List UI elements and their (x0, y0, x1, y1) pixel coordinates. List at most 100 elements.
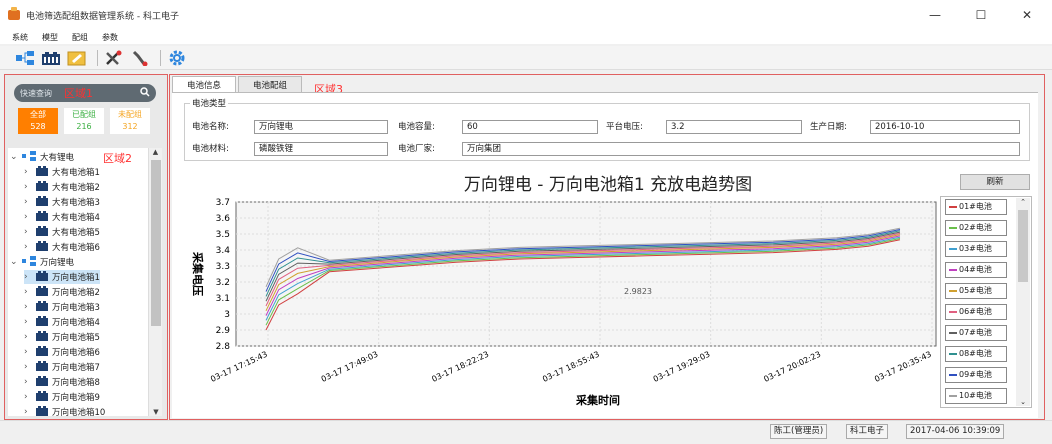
x-tick-label: 03-17 18:22:23 (430, 350, 490, 384)
tree-item[interactable]: › 大有电池箱4 (24, 210, 100, 224)
collapse-chevron-icon[interactable]: › (24, 347, 34, 357)
tree-scrollbar[interactable]: ▲ ▼ (148, 148, 162, 416)
search-input[interactable]: 快速查询 区域1 (14, 84, 156, 102)
tab-battery-info[interactable]: 电池信息 (172, 76, 236, 92)
legend-item[interactable]: 04#电池 (945, 262, 1007, 278)
tree-item-label: 大有电池箱4 (52, 213, 100, 223)
collapse-chevron-icon[interactable]: › (24, 362, 34, 372)
scroll-up-arrow-icon[interactable]: ▲ (149, 148, 162, 156)
menu-system[interactable]: 系统 (12, 32, 28, 43)
menu-params[interactable]: 参数 (102, 32, 118, 43)
collapse-chevron-icon[interactable]: › (24, 317, 34, 327)
tree-item[interactable]: › 万向电池箱2 (24, 285, 100, 299)
tree-item[interactable]: › 万向电池箱10 (24, 405, 105, 416)
tree-item[interactable]: ⌄ 大有锂电 (10, 150, 74, 164)
legend-scroll-up-icon[interactable]: ⌃ (1016, 198, 1030, 206)
legend-scroll-thumb[interactable] (1018, 210, 1028, 282)
maximize-button[interactable]: ☐ (958, 0, 1004, 30)
legend-item[interactable]: 10#电池 (945, 388, 1007, 404)
title-bar: 电池筛选配组数据管理系统 - 科工电子 — ☐ ✕ (0, 0, 1052, 30)
collapse-chevron-icon[interactable]: › (24, 392, 34, 402)
tree-item[interactable]: › 大有电池箱6 (24, 240, 100, 254)
collapse-chevron-icon[interactable]: › (24, 377, 34, 387)
scroll-down-arrow-icon[interactable]: ▼ (149, 408, 163, 416)
collapse-chevron-icon[interactable]: › (24, 287, 34, 297)
tab-battery-grouping[interactable]: 电池配组 (238, 76, 302, 92)
x-tick-label: 03-17 17:49:03 (320, 350, 380, 384)
platform-field[interactable]: 3.2 (666, 120, 802, 134)
tree-item[interactable]: › 万向电池箱3 (24, 300, 100, 314)
tools-icon[interactable] (103, 48, 125, 68)
battery-box-icon (36, 330, 48, 344)
legend-label: 05#电池 (959, 286, 992, 295)
menu-group[interactable]: 配组 (72, 32, 88, 43)
legend-item[interactable]: 01#电池 (945, 199, 1007, 215)
tree-item-label: 万向电池箱1 (52, 273, 100, 283)
collapse-chevron-icon[interactable]: › (24, 242, 34, 252)
edit-icon[interactable] (66, 48, 88, 68)
tree-item[interactable]: ⌄ 万向锂电 (10, 255, 74, 269)
collapse-chevron-icon[interactable]: › (24, 407, 34, 416)
wrench-icon[interactable] (129, 48, 151, 68)
minimize-button[interactable]: — (912, 0, 958, 30)
legend-item[interactable]: 09#电池 (945, 367, 1007, 383)
legend-item[interactable]: 07#电池 (945, 325, 1007, 341)
search-icon[interactable] (140, 86, 150, 100)
y-tick-label: 3.2 (216, 278, 230, 288)
collapse-chevron-icon[interactable]: › (24, 182, 34, 192)
stat-ungrouped[interactable]: 未配组 312 (110, 108, 150, 134)
tree-item[interactable]: › 大有电池箱3 (24, 195, 100, 209)
name-field[interactable]: 万向锂电 (254, 120, 388, 134)
tree-item[interactable]: › 大有电池箱5 (24, 225, 100, 239)
battery-box-icon (36, 375, 48, 389)
legend-item[interactable]: 03#电池 (945, 241, 1007, 257)
menu-model[interactable]: 模型 (42, 32, 58, 43)
legend-label: 01#电池 (959, 202, 992, 211)
legend-label: 10#电池 (959, 391, 992, 400)
legend-item[interactable]: 08#电池 (945, 346, 1007, 362)
collapse-chevron-icon[interactable]: › (24, 197, 34, 207)
tree-item[interactable]: › 万向电池箱4 (24, 315, 100, 329)
refresh-button[interactable]: 刷新 (960, 174, 1030, 190)
collapse-chevron-icon[interactable]: › (24, 227, 34, 237)
collapse-chevron-icon[interactable]: › (24, 212, 34, 222)
battery-box-icon (36, 390, 48, 404)
tree-item[interactable]: › 大有电池箱1 (24, 165, 100, 179)
tree-item[interactable]: › 万向电池箱7 (24, 360, 100, 374)
search-placeholder: 快速查询 (20, 88, 52, 98)
tree-item-label: 大有电池箱6 (52, 243, 100, 253)
stat-grouped[interactable]: 已配组 216 (64, 108, 104, 134)
collapse-chevron-icon[interactable]: › (24, 272, 34, 282)
expand-chevron-icon[interactable]: ⌄ (10, 152, 20, 162)
legend-scrollbar[interactable]: ⌃ ⌄ (1016, 198, 1030, 406)
tree-item[interactable]: › 万向电池箱1 (24, 270, 100, 284)
stat-all[interactable]: 全部 528 (18, 108, 58, 134)
capacity-field[interactable]: 60 (462, 120, 598, 134)
tree-item[interactable]: › 万向电池箱6 (24, 345, 100, 359)
material-field[interactable]: 磷酸铁锂 (254, 142, 388, 156)
settings-gear-icon[interactable] (166, 48, 188, 68)
toolbar-separator (97, 49, 98, 66)
collapse-chevron-icon[interactable]: › (24, 302, 34, 312)
collapse-chevron-icon[interactable]: › (24, 332, 34, 342)
scroll-thumb[interactable] (151, 160, 161, 326)
collapse-chevron-icon[interactable]: › (24, 167, 34, 177)
app-battery-icon (8, 7, 20, 20)
tree-item[interactable]: › 万向电池箱8 (24, 375, 100, 389)
tree-item[interactable]: › 万向电池箱9 (24, 390, 100, 404)
battery-box-icon[interactable] (40, 48, 62, 68)
tree-icon[interactable] (14, 48, 36, 68)
tree-item[interactable]: › 万向电池箱5 (24, 330, 100, 344)
legend-item[interactable]: 06#电池 (945, 304, 1007, 320)
date-field[interactable]: 2016-10-10 (870, 120, 1020, 134)
close-button[interactable]: ✕ (1004, 0, 1050, 30)
legend-item[interactable]: 05#电池 (945, 283, 1007, 299)
group-tree-icon (22, 150, 36, 164)
legend-scroll-down-icon[interactable]: ⌄ (1016, 398, 1030, 406)
tree-item-label: 大有电池箱5 (52, 228, 100, 238)
maker-field[interactable]: 万向集团 (462, 142, 1020, 156)
legend-swatch (949, 352, 957, 355)
expand-chevron-icon[interactable]: ⌄ (10, 257, 20, 267)
tree-item[interactable]: › 大有电池箱2 (24, 180, 100, 194)
legend-item[interactable]: 02#电池 (945, 220, 1007, 236)
